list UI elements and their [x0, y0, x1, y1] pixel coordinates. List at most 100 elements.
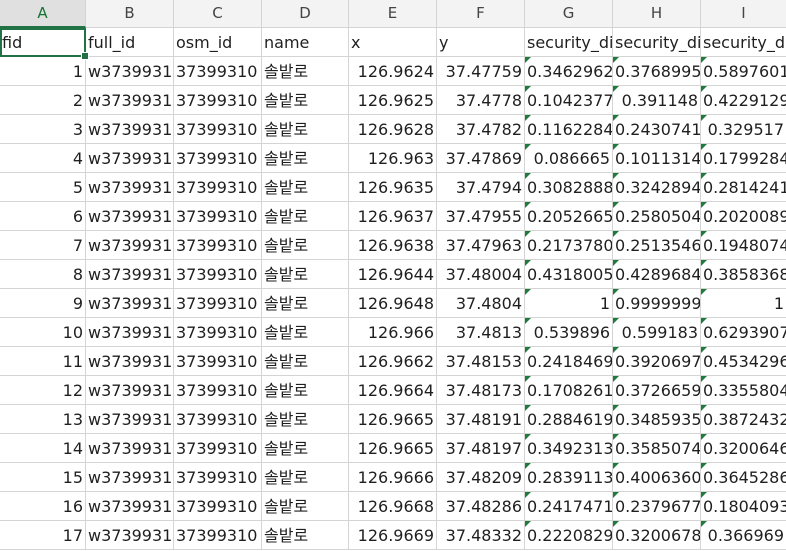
- table-cell[interactable]: 126.9668: [349, 492, 437, 521]
- table-cell[interactable]: w3739931: [86, 376, 174, 405]
- table-cell[interactable]: 126.963: [349, 144, 437, 173]
- table-cell[interactable]: 0.3872432: [701, 405, 786, 434]
- table-cell[interactable]: w3739931: [86, 289, 174, 318]
- table-cell[interactable]: 126.9662: [349, 347, 437, 376]
- header-cell-b[interactable]: full_id: [86, 28, 174, 57]
- table-cell[interactable]: 126.9644: [349, 260, 437, 289]
- table-cell[interactable]: 0.3200678: [613, 521, 701, 550]
- table-cell[interactable]: 126.9638: [349, 231, 437, 260]
- table-cell[interactable]: w3739931: [86, 434, 174, 463]
- table-cell[interactable]: 37399310: [174, 492, 262, 521]
- table-cell[interactable]: 126.9625: [349, 86, 437, 115]
- table-cell[interactable]: 0.086665: [525, 144, 613, 173]
- table-cell[interactable]: 0.3492313: [525, 434, 613, 463]
- table-cell[interactable]: 0.3082888: [525, 173, 613, 202]
- table-cell[interactable]: 0.4318005: [525, 260, 613, 289]
- table-cell[interactable]: 0.1708261: [525, 376, 613, 405]
- table-cell[interactable]: w3739931: [86, 202, 174, 231]
- table-cell[interactable]: 15: [0, 463, 86, 492]
- table-cell[interactable]: 37399310: [174, 405, 262, 434]
- table-cell[interactable]: 솔밭로: [262, 57, 349, 86]
- table-cell[interactable]: 6: [0, 202, 86, 231]
- table-cell[interactable]: 0.539896: [525, 318, 613, 347]
- table-cell[interactable]: 0.3355804: [701, 376, 786, 405]
- column-header-h[interactable]: H: [613, 0, 701, 28]
- table-cell[interactable]: 1: [525, 289, 613, 318]
- table-cell[interactable]: 0.3200646: [701, 434, 786, 463]
- table-cell[interactable]: 0.3462962: [525, 57, 613, 86]
- table-cell[interactable]: w3739931: [86, 260, 174, 289]
- table-cell[interactable]: 1: [0, 57, 86, 86]
- header-cell-f[interactable]: y: [437, 28, 525, 57]
- table-cell[interactable]: w3739931: [86, 115, 174, 144]
- table-cell[interactable]: 솔밭로: [262, 202, 349, 231]
- table-cell[interactable]: 13: [0, 405, 86, 434]
- table-cell[interactable]: 0.1162284: [525, 115, 613, 144]
- table-cell[interactable]: w3739931: [86, 463, 174, 492]
- table-cell[interactable]: 솔밭로: [262, 289, 349, 318]
- table-cell[interactable]: 솔밭로: [262, 115, 349, 144]
- table-cell[interactable]: 126.9648: [349, 289, 437, 318]
- header-cell-i[interactable]: security_d: [701, 28, 786, 57]
- table-cell[interactable]: 37.4813: [437, 318, 525, 347]
- table-cell[interactable]: w3739931: [86, 521, 174, 550]
- table-cell[interactable]: 솔밭로: [262, 144, 349, 173]
- table-cell[interactable]: 37.4804: [437, 289, 525, 318]
- table-cell[interactable]: 9: [0, 289, 86, 318]
- table-cell[interactable]: 0.5897601: [701, 57, 786, 86]
- table-cell[interactable]: 37.48004: [437, 260, 525, 289]
- table-cell[interactable]: 37.47759: [437, 57, 525, 86]
- table-cell[interactable]: 4: [0, 144, 86, 173]
- table-cell[interactable]: 0.2513546: [613, 231, 701, 260]
- table-cell[interactable]: 0.2418469: [525, 347, 613, 376]
- table-cell[interactable]: 37399310: [174, 260, 262, 289]
- table-cell[interactable]: 0.2884619: [525, 405, 613, 434]
- table-cell[interactable]: 37399310: [174, 173, 262, 202]
- column-header-e[interactable]: E: [349, 0, 437, 28]
- header-cell-d[interactable]: name: [262, 28, 349, 57]
- table-cell[interactable]: 126.9666: [349, 463, 437, 492]
- table-cell[interactable]: w3739931: [86, 86, 174, 115]
- table-cell[interactable]: 솔밭로: [262, 405, 349, 434]
- table-cell[interactable]: 37399310: [174, 463, 262, 492]
- table-cell[interactable]: 0.2379677: [613, 492, 701, 521]
- table-cell[interactable]: 솔밭로: [262, 434, 349, 463]
- table-cell[interactable]: 37.48286: [437, 492, 525, 521]
- table-cell[interactable]: w3739931: [86, 318, 174, 347]
- header-cell-g[interactable]: security_di: [525, 28, 613, 57]
- table-cell[interactable]: w3739931: [86, 231, 174, 260]
- table-cell[interactable]: 0.599183: [613, 318, 701, 347]
- table-cell[interactable]: 1: [701, 289, 786, 318]
- table-cell[interactable]: 0.2020089: [701, 202, 786, 231]
- table-cell[interactable]: 0.329517: [701, 115, 786, 144]
- table-cell[interactable]: 37.4782: [437, 115, 525, 144]
- table-cell[interactable]: 0.3585074: [613, 434, 701, 463]
- table-cell[interactable]: 0.391148: [613, 86, 701, 115]
- table-cell[interactable]: 37399310: [174, 202, 262, 231]
- table-cell[interactable]: 37399310: [174, 57, 262, 86]
- table-cell[interactable]: 0.3858368: [701, 260, 786, 289]
- column-header-d[interactable]: D: [262, 0, 349, 28]
- table-cell[interactable]: 0.2580504: [613, 202, 701, 231]
- table-cell[interactable]: 0.3242894: [613, 173, 701, 202]
- header-cell-h[interactable]: security_di: [613, 28, 701, 57]
- table-cell[interactable]: 126.9628: [349, 115, 437, 144]
- table-cell[interactable]: 37399310: [174, 115, 262, 144]
- table-cell[interactable]: 솔밭로: [262, 231, 349, 260]
- table-cell[interactable]: w3739931: [86, 492, 174, 521]
- table-cell[interactable]: 37.4794: [437, 173, 525, 202]
- table-cell[interactable]: 16: [0, 492, 86, 521]
- table-cell[interactable]: 솔밭로: [262, 260, 349, 289]
- table-cell[interactable]: 37399310: [174, 289, 262, 318]
- table-cell[interactable]: 솔밭로: [262, 521, 349, 550]
- header-cell-c[interactable]: osm_id: [174, 28, 262, 57]
- table-cell[interactable]: 126.9637: [349, 202, 437, 231]
- table-cell[interactable]: 솔밭로: [262, 376, 349, 405]
- table-cell[interactable]: 0.1799284: [701, 144, 786, 173]
- table-cell[interactable]: 37.48153: [437, 347, 525, 376]
- table-cell[interactable]: 126.9635: [349, 173, 437, 202]
- column-header-i[interactable]: I: [701, 0, 786, 28]
- table-cell[interactable]: 0.9999999: [613, 289, 701, 318]
- header-cell-e[interactable]: x: [349, 28, 437, 57]
- table-cell[interactable]: 37.48197: [437, 434, 525, 463]
